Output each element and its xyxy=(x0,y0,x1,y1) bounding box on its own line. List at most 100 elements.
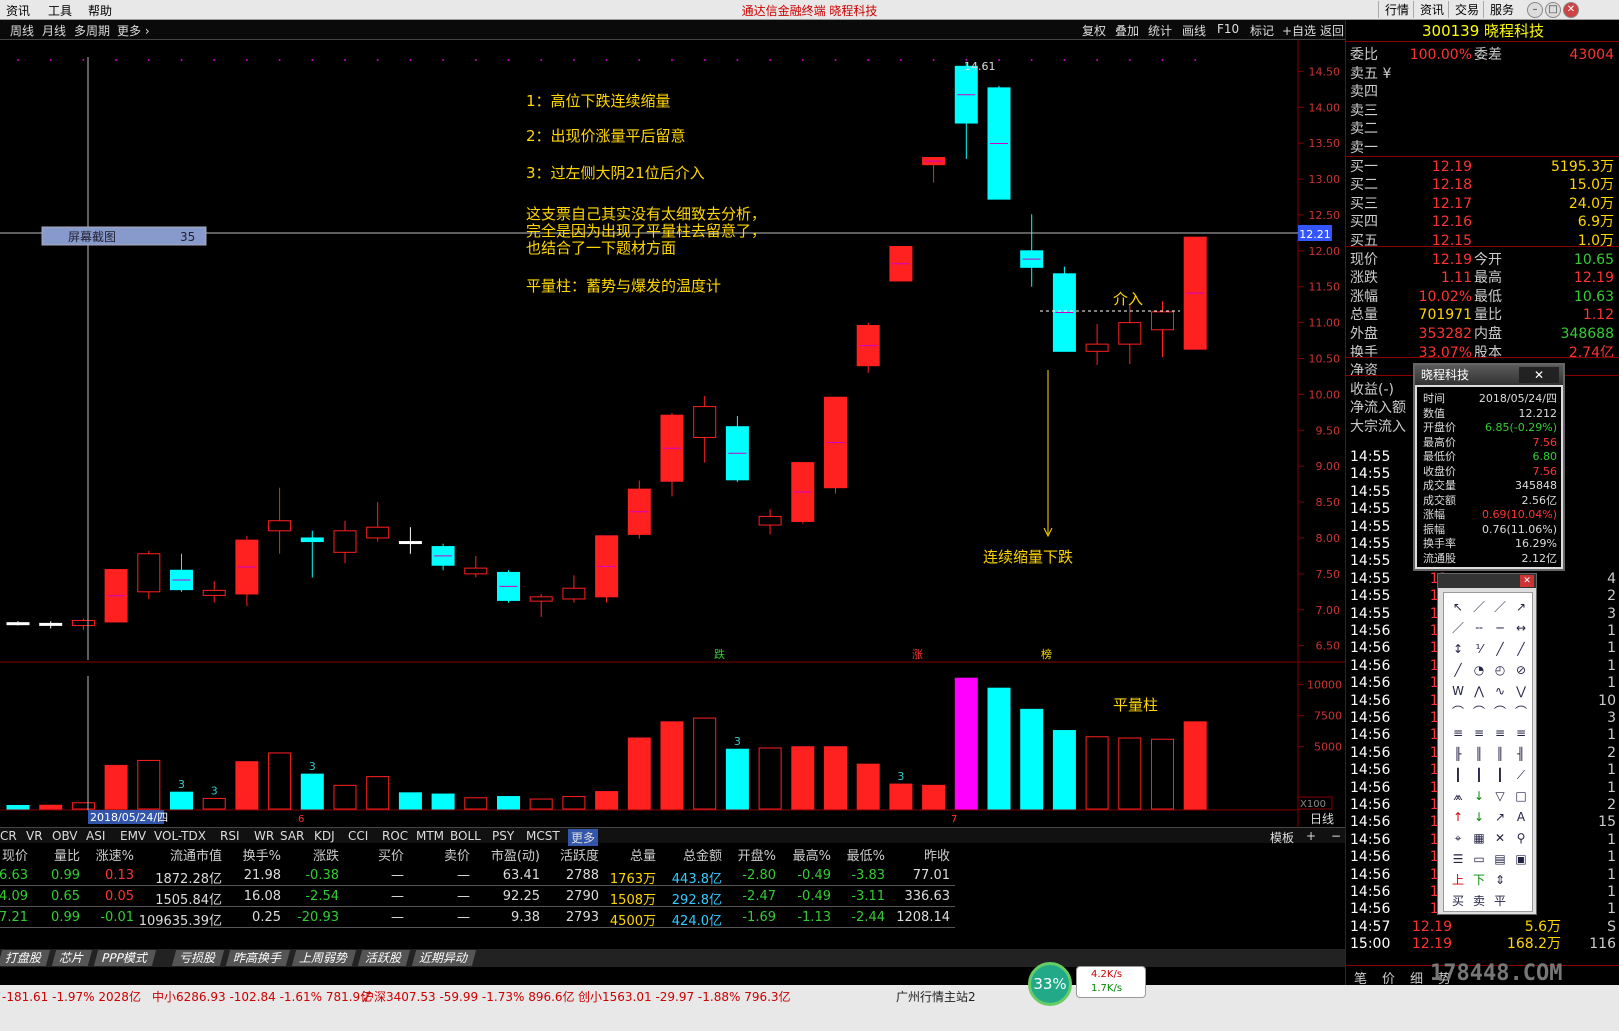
btn-adjust[interactable]: 复权 xyxy=(1082,22,1106,39)
sector-tab[interactable]: 近期异动 xyxy=(411,950,477,966)
sector-tab[interactable]: 上周弱势 xyxy=(291,950,357,966)
triangle-wave-icon[interactable]: ⋀ xyxy=(1469,681,1489,701)
fib-fan-icon[interactable]: ≡ xyxy=(1469,723,1489,743)
andrews-icon[interactable]: ⟋ xyxy=(1511,765,1531,785)
down-mark-icon[interactable]: ↓ xyxy=(1469,807,1489,827)
tab-more[interactable]: 更多 › xyxy=(117,22,150,39)
table-icon[interactable]: ▤ xyxy=(1490,849,1510,869)
menu-tools[interactable]: 工具 xyxy=(48,2,72,19)
grid-icon[interactable]: ⩕ xyxy=(1448,786,1468,806)
circle-arc-icon[interactable]: ◴ xyxy=(1490,660,1510,680)
table-header[interactable]: 市盈(动) xyxy=(491,845,540,864)
table-header[interactable]: 量比 xyxy=(54,845,80,864)
menu-info[interactable]: 资讯 xyxy=(1413,1,1450,18)
gann2-icon[interactable]: ⌒ xyxy=(1469,702,1489,722)
sector-tab[interactable]: PPP模式 xyxy=(93,950,156,966)
tab-monthly[interactable]: 月线 xyxy=(42,22,66,39)
table-header[interactable]: 最高% xyxy=(793,845,831,864)
table-header[interactable]: 换手% xyxy=(243,845,281,864)
btn-f10[interactable]: F10 xyxy=(1217,22,1239,36)
indicator-tab[interactable]: ROC xyxy=(382,829,408,843)
indicator-tab[interactable]: CR xyxy=(0,829,17,843)
wave-icon[interactable]: W xyxy=(1448,681,1468,701)
list-icon[interactable]: ☰ xyxy=(1448,849,1468,869)
select-icon[interactable]: ↖ xyxy=(1448,597,1468,617)
delete-icon[interactable]: ✕ xyxy=(1490,828,1510,848)
lock-icon[interactable]: ⚲ xyxy=(1511,828,1531,848)
btn-back[interactable]: 返回 xyxy=(1320,22,1344,39)
ray-icon[interactable]: ／ xyxy=(1490,597,1510,617)
hline2-icon[interactable]: ─ xyxy=(1490,618,1510,638)
minimize-icon[interactable]: – xyxy=(1527,2,1543,18)
table-header[interactable]: 总金额 xyxy=(683,845,722,864)
table-header[interactable]: 买价 xyxy=(378,845,404,864)
indicator-tab[interactable]: OBV xyxy=(52,829,78,843)
btn-add-watchlist[interactable]: +自选 xyxy=(1282,22,1316,39)
indicator-right-1[interactable]: + xyxy=(1306,829,1316,843)
blank-icon[interactable] xyxy=(1511,870,1531,890)
btn-mark[interactable]: 标记 xyxy=(1250,22,1274,39)
curve-icon[interactable]: ∿ xyxy=(1490,681,1510,701)
arrow-line-icon[interactable]: ↗ xyxy=(1511,597,1531,617)
sector-tab[interactable]: 活跃股 xyxy=(357,950,411,966)
parallel-icon[interactable]: ╱ xyxy=(1511,639,1531,659)
bars2-icon[interactable]: ┃ xyxy=(1469,765,1489,785)
tab-multi-period[interactable]: 多周期 xyxy=(74,22,110,39)
indicator-tab[interactable]: RSI xyxy=(220,829,240,843)
table-header[interactable]: 卖价 xyxy=(444,845,470,864)
menu-news[interactable]: 资讯 xyxy=(6,2,30,19)
indicator-tab[interactable]: SAR xyxy=(280,829,304,843)
indicator-tab[interactable]: BOLL xyxy=(450,829,481,843)
extend-icon[interactable]: ↔ xyxy=(1511,618,1531,638)
speed-icon[interactable]: ╱ xyxy=(1448,660,1468,680)
table-header[interactable]: 涨跌 xyxy=(313,845,339,864)
indicator-tab[interactable]: MTM xyxy=(416,829,444,843)
table-header[interactable]: 流通市值 xyxy=(170,845,222,864)
rect-icon[interactable]: □ xyxy=(1511,786,1531,806)
period2-icon[interactable]: ║ xyxy=(1469,744,1489,764)
maximize-icon[interactable]: □ xyxy=(1545,2,1561,18)
indicator-tab[interactable]: MCST xyxy=(526,829,560,843)
bars3-icon[interactable]: ┃ xyxy=(1490,765,1510,785)
indicator-tab[interactable]: WR xyxy=(254,829,274,843)
gann-icon[interactable]: ⌒ xyxy=(1448,702,1468,722)
menu-quotes[interactable]: 行情 xyxy=(1378,1,1415,18)
bars-icon[interactable]: ┃ xyxy=(1448,765,1468,785)
buy-icon[interactable]: 买 xyxy=(1448,891,1468,911)
close-icon[interactable]: ✕ xyxy=(1563,2,1579,18)
sector-tab[interactable]: 打盘股 xyxy=(0,950,51,966)
fib-time-icon[interactable]: ≡ xyxy=(1490,723,1510,743)
down-arrow-icon[interactable]: ↓ xyxy=(1469,786,1489,806)
flat-icon[interactable]: 平 xyxy=(1490,891,1510,911)
gann4-icon[interactable]: ⌒ xyxy=(1511,702,1531,722)
triangle-icon[interactable]: ▽ xyxy=(1490,786,1510,806)
panel-icon[interactable]: ▭ xyxy=(1469,849,1489,869)
table-header[interactable]: 开盘% xyxy=(738,845,776,864)
indicator-tab[interactable]: KDJ xyxy=(314,829,335,843)
font-icon[interactable]: ⌖ xyxy=(1448,828,1468,848)
period3-icon[interactable]: ║ xyxy=(1490,744,1510,764)
table-header[interactable]: 涨速% xyxy=(96,845,134,864)
btn-draw[interactable]: 画线 xyxy=(1182,22,1206,39)
cpu-badge[interactable]: 33% xyxy=(1028,962,1072,1006)
indicator-tab[interactable]: CCI xyxy=(348,829,368,843)
circle-icon[interactable]: ⊘ xyxy=(1511,660,1531,680)
text-icon[interactable]: A xyxy=(1511,807,1531,827)
indicator-tab[interactable]: VR xyxy=(26,829,43,843)
down-label-icon[interactable]: 下 xyxy=(1469,870,1489,890)
btn-overlay[interactable]: 叠加 xyxy=(1115,22,1139,39)
frame-icon[interactable]: ▣ xyxy=(1511,849,1531,869)
indicator-tab[interactable]: VOL-TDX xyxy=(154,829,206,843)
vline-icon[interactable]: ↕ xyxy=(1448,639,1468,659)
menu-service[interactable]: 服务 xyxy=(1483,1,1520,18)
updown-icon[interactable]: ⇕ xyxy=(1490,870,1510,890)
up-arrow-icon[interactable]: ↗ xyxy=(1490,807,1510,827)
table-header[interactable]: 总量 xyxy=(630,845,656,864)
fib-retrace-icon[interactable]: ≡ xyxy=(1448,723,1468,743)
table-header[interactable]: 最低% xyxy=(847,845,885,864)
menu-help[interactable]: 帮助 xyxy=(88,2,112,19)
up-label-icon[interactable]: 上 xyxy=(1448,870,1468,890)
channel-icon[interactable]: ╱ xyxy=(1490,639,1510,659)
fib-arc-icon[interactable]: ≡ xyxy=(1511,723,1531,743)
gann3-icon[interactable]: ⌒ xyxy=(1490,702,1510,722)
